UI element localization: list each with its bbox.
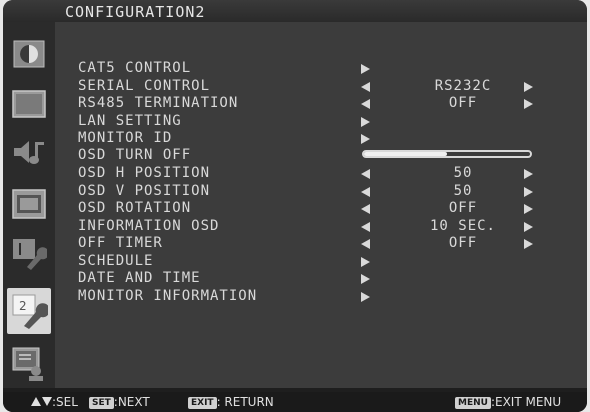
menu-item-date-and-time[interactable]: DATE AND TIME	[78, 270, 578, 286]
footer-next-label: :NEXT	[113, 395, 150, 409]
menu-item-label: SERIAL CONTROL	[78, 78, 211, 94]
right-arrow-icon[interactable]	[524, 187, 533, 197]
menu-item-label: OFF TIMER	[78, 235, 163, 251]
screen-icon[interactable]	[9, 84, 49, 124]
page-title: CONFIGURATION2	[65, 3, 206, 21]
menu-key-badge: MENU	[455, 397, 491, 409]
audio-icon[interactable]	[9, 132, 49, 172]
menu-item-label: MONITOR ID	[78, 130, 173, 146]
menu-item-label: CAT5 CONTROL	[78, 60, 192, 76]
down-arrow-icon	[42, 397, 52, 406]
menu-item-label: OSD ROTATION	[78, 200, 192, 216]
config-number: 2	[19, 299, 27, 313]
menu-item-monitor-information[interactable]: MONITOR INFORMATION	[78, 288, 578, 304]
footer-exit-menu-label: :EXIT MENU	[490, 395, 562, 409]
right-arrow-icon[interactable]	[524, 99, 533, 109]
slider-fill	[364, 152, 447, 156]
menu-item-osd-turn-off[interactable]: OSD TURN OFF	[78, 147, 578, 163]
menu-item-osd-v-position[interactable]: OSD V POSITION 50	[78, 183, 578, 199]
picture-icon[interactable]	[9, 34, 49, 74]
menu-item-value: RS232C	[434, 78, 492, 94]
right-arrow-icon[interactable]	[361, 64, 370, 74]
menu-item-label: OSD TURN OFF	[78, 147, 192, 163]
menu-item-cat5-control[interactable]: CAT5 CONTROL	[78, 60, 578, 76]
up-arrow-icon	[31, 397, 41, 406]
menu-item-osd-h-position[interactable]: OSD H POSITION 50	[78, 165, 578, 181]
menu-item-label: SCHEDULE	[78, 253, 154, 269]
osd-window: CONFIGURATION2 2 CAT5 CONTROL SERIAL CON…	[3, 0, 587, 412]
menu-item-label: RS485 TERMINATION	[78, 95, 239, 111]
menu-item-label: OSD H POSITION	[78, 165, 211, 181]
sidebar: 2	[3, 22, 55, 388]
footer-sel: :SEL	[31, 395, 78, 409]
menu-item-schedule[interactable]: SCHEDULE	[78, 253, 578, 269]
menu-item-value: OFF	[448, 95, 478, 111]
left-arrow-icon[interactable]	[361, 99, 370, 109]
right-arrow-icon[interactable]	[361, 292, 370, 302]
osd-turn-off-slider[interactable]	[362, 150, 532, 158]
left-arrow-icon[interactable]	[361, 222, 370, 232]
left-arrow-icon[interactable]	[361, 169, 370, 179]
left-arrow-icon[interactable]	[361, 204, 370, 214]
footer-help-bar: :SEL SET:NEXT EXIT: RETURN MENU:EXIT MEN…	[3, 392, 587, 412]
footer-sel-label: :SEL	[52, 395, 78, 409]
menu-item-osd-rotation[interactable]: OSD ROTATION OFF	[78, 200, 578, 216]
menu-item-off-timer[interactable]: OFF TIMER OFF	[78, 235, 578, 251]
title-bar: CONFIGURATION2	[3, 0, 587, 22]
left-arrow-icon[interactable]	[361, 82, 370, 92]
menu-item-label: INFORMATION OSD	[78, 218, 220, 234]
menu-item-value: 10 SEC.	[429, 218, 496, 234]
footer-next: SET:NEXT	[89, 395, 150, 409]
right-arrow-icon[interactable]	[524, 169, 533, 179]
menu-item-serial-control[interactable]: SERIAL CONTROL RS232C	[78, 78, 578, 94]
right-arrow-icon[interactable]	[524, 239, 533, 249]
right-arrow-icon[interactable]	[361, 134, 370, 144]
right-arrow-icon[interactable]	[524, 222, 533, 232]
advanced-option-icon[interactable]	[9, 344, 49, 384]
menu-item-label: OSD V POSITION	[78, 183, 211, 199]
left-arrow-icon[interactable]	[361, 187, 370, 197]
footer-return-label: : RETURN	[216, 395, 274, 409]
menu-item-information-osd[interactable]: INFORMATION OSD 10 SEC.	[78, 218, 578, 234]
menu-item-lan-setting[interactable]: LAN SETTING	[78, 113, 578, 129]
menu-item-value: 50	[453, 165, 473, 181]
menu-item-monitor-id[interactable]: MONITOR ID	[78, 130, 578, 146]
menu-item-value: 50	[453, 183, 473, 199]
menu-item-label: DATE AND TIME	[78, 270, 201, 286]
menu-item-label: MONITOR INFORMATION	[78, 288, 258, 304]
menu-item-rs485-termination[interactable]: RS485 TERMINATION OFF	[78, 95, 578, 111]
right-arrow-icon[interactable]	[361, 257, 370, 267]
right-arrow-icon[interactable]	[524, 82, 533, 92]
right-arrow-icon[interactable]	[361, 117, 370, 127]
footer-exit-menu: MENU:EXIT MENU	[455, 395, 561, 409]
menu-item-label: LAN SETTING	[78, 113, 182, 129]
schedule-icon[interactable]	[9, 184, 49, 224]
right-arrow-icon[interactable]	[524, 204, 533, 214]
menu-item-value: OFF	[448, 200, 478, 216]
configuration1-icon[interactable]	[9, 234, 49, 274]
set-key-badge: SET	[89, 397, 114, 409]
right-arrow-icon[interactable]	[361, 274, 370, 284]
left-arrow-icon[interactable]	[361, 239, 370, 249]
menu-item-value: OFF	[448, 235, 478, 251]
configuration2-icon[interactable]: 2	[7, 288, 51, 334]
exit-key-badge: EXIT	[188, 397, 217, 409]
footer-return: EXIT: RETURN	[188, 395, 274, 409]
